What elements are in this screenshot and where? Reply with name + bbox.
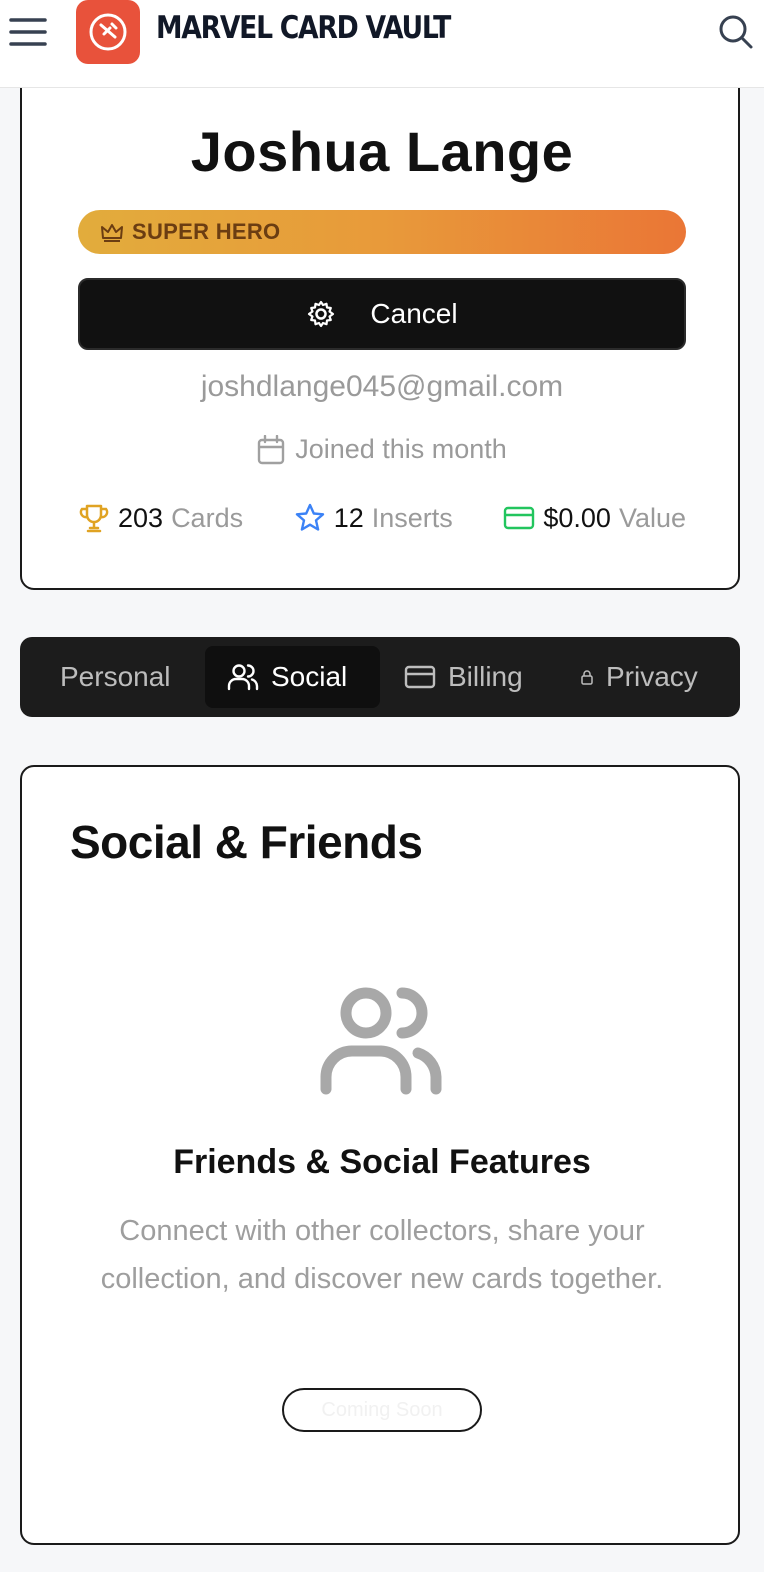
star-icon (295, 503, 324, 531)
feature-description: Connect with other collectors, share you… (100, 1215, 664, 1295)
profile-name: Joshua Lange (190, 120, 574, 183)
app-title: MARVEL CARD VAULT (156, 10, 451, 46)
users-icon (227, 664, 259, 691)
cancel-button[interactable]: Cancel (78, 278, 686, 350)
profile-tabs: Personal Social Billing Privacy (20, 637, 740, 717)
top-bar: MARVEL CARD VAULT (0, 0, 764, 88)
badge-label: SUPER HERO (132, 219, 281, 244)
coming-soon-button[interactable]: Coming Soon (282, 1388, 482, 1432)
crown-icon (101, 224, 123, 242)
tab-label: Personal (60, 661, 171, 692)
credit-card-icon (404, 665, 436, 689)
stat-label: Inserts (371, 502, 453, 533)
stat-inserts: 12 Inserts (294, 502, 453, 534)
stat-value: 203 (118, 502, 164, 533)
users-icon (318, 985, 446, 1100)
joined-label: Joined this month (295, 434, 507, 464)
stat-value: 12 (333, 502, 364, 533)
tab-label: Billing (448, 661, 523, 692)
tab-personal[interactable]: Personal (60, 646, 171, 708)
tab-billing[interactable]: Billing (404, 646, 523, 708)
stat-label: Cards (171, 502, 244, 533)
hero-logo-icon[interactable] (76, 0, 140, 64)
stat-cards: 203 Cards (78, 502, 243, 534)
tab-label: Privacy (606, 661, 698, 692)
gear-icon (308, 300, 335, 328)
feature-title: Friends & Social Features (173, 1143, 591, 1181)
social-card: Social & Friends Friends & Social Featur… (20, 765, 740, 1545)
stat-value-total: $0.00 Value (503, 503, 686, 534)
stat-label: Value (618, 502, 686, 533)
trophy-icon (79, 504, 109, 533)
status-badge: SUPER HERO (78, 210, 686, 254)
profile-email: joshdlange045@gmail.com (200, 370, 564, 403)
cancel-label: Cancel (370, 298, 458, 329)
calendar-icon (257, 434, 285, 464)
tab-privacy[interactable]: Privacy (580, 646, 698, 708)
search-icon[interactable] (716, 12, 756, 52)
joined-date: Joined this month (22, 434, 742, 465)
stat-value: $0.00 (543, 502, 611, 533)
section-title: Social & Friends (70, 816, 423, 868)
profile-card: Joshua Lange SUPER HERO Cancel joshdlang… (20, 60, 740, 590)
tab-label: Social (271, 661, 348, 692)
tab-social[interactable]: Social (205, 646, 380, 708)
credit-card-icon (504, 506, 535, 530)
hamburger-icon[interactable] (8, 12, 48, 52)
lock-icon (581, 670, 593, 685)
profile-stats: 203 Cards 12 Inserts $0.00 Value (78, 502, 686, 534)
